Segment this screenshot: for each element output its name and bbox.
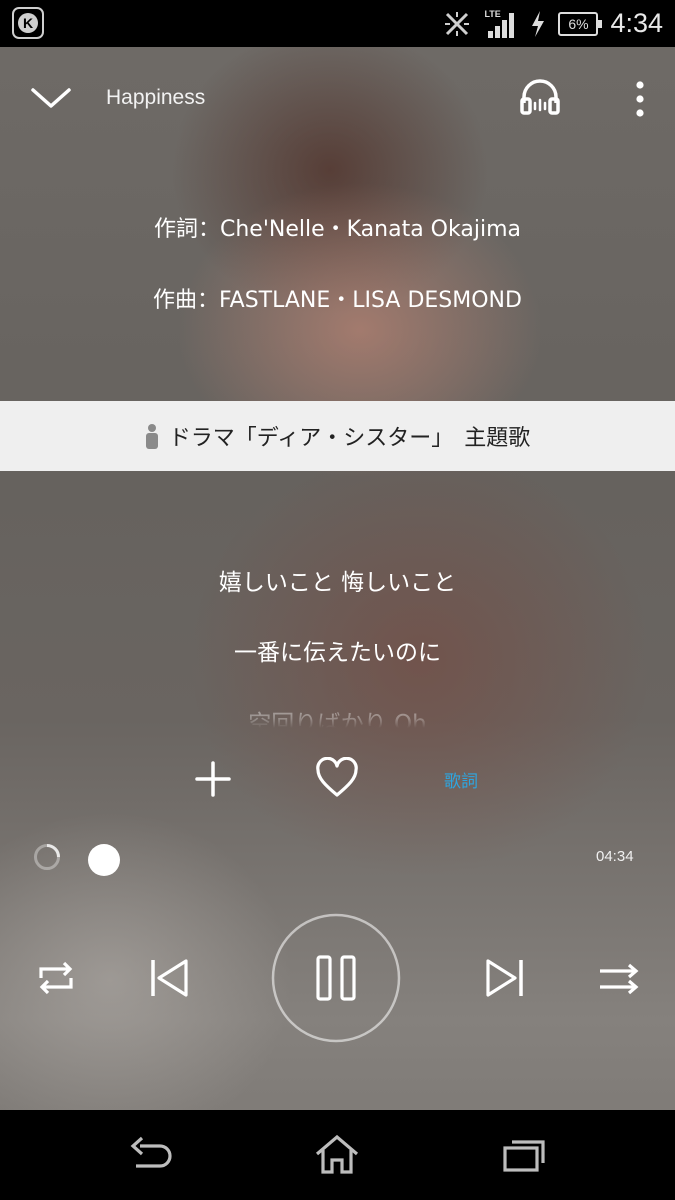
app-notification-icon: K (12, 7, 44, 39)
more-options-button[interactable] (628, 79, 652, 119)
shuffle-icon (600, 963, 639, 995)
battery-indicator: 6% (558, 11, 603, 36)
plus-icon (195, 761, 231, 797)
more-vert-icon (636, 81, 644, 117)
chevron-down-icon (31, 88, 71, 108)
skip-previous-icon (151, 959, 188, 997)
repeat-button[interactable] (33, 958, 79, 998)
home-button[interactable] (312, 1132, 362, 1178)
app-icon-letter: K (18, 13, 38, 33)
lyric-line: 一番に伝えたいのに (234, 640, 441, 666)
signal-icon: LTE (484, 9, 518, 39)
shuffle-button[interactable] (597, 960, 641, 998)
lyric-line: 空回りばかり Oh (248, 711, 427, 728)
charging-bolt-icon (532, 10, 545, 37)
lyric-line: 嬉しいこと 悔しいこと (218, 570, 457, 596)
recents-button[interactable] (500, 1132, 550, 1178)
play-pause-button[interactable] (271, 913, 401, 1043)
heart-icon (316, 756, 358, 797)
previous-track-button[interactable] (148, 956, 190, 1000)
banner-text: ドラマ「ディア・シスター」 主題歌 (168, 426, 531, 451)
headphones-icon (520, 79, 560, 115)
system-nav-bar (0, 1110, 675, 1200)
next-track-button[interactable] (484, 956, 526, 1000)
home-icon (315, 1134, 359, 1174)
track-duration: 04:34 (596, 848, 634, 865)
status-time: 4:34 (610, 8, 663, 38)
no-sim-icon (445, 11, 470, 36)
status-bar: K LTE 6% 4:34 (0, 0, 675, 47)
player-header: Happiness (0, 47, 675, 152)
repeat-icon (39, 961, 73, 995)
skip-next-icon (486, 959, 523, 997)
lyrics-toggle-button[interactable]: 歌詞 (444, 767, 478, 792)
song-title: Happiness (106, 86, 206, 109)
lyricist-credit: 作詞：Che'Nelle・Kanata Okajima (154, 217, 521, 242)
pause-icon (271, 913, 401, 1043)
loading-spinner-icon (34, 844, 60, 870)
back-icon (130, 1136, 172, 1168)
like-button[interactable] (315, 756, 359, 799)
person-icon (145, 424, 158, 449)
headphone-button[interactable] (518, 77, 562, 117)
status-indicators: LTE 6% 4:34 (442, 0, 663, 47)
add-to-playlist-button[interactable] (194, 760, 232, 798)
collapse-button[interactable] (28, 83, 74, 113)
composer-credit: 作曲：FASTLANE・LISA DESMOND (153, 288, 522, 313)
back-button[interactable] (126, 1132, 176, 1178)
recents-icon (503, 1140, 545, 1172)
seek-bar-thumb[interactable] (88, 844, 120, 876)
tie-in-banner[interactable]: ドラマ「ディア・シスター」 主題歌 (0, 401, 675, 471)
